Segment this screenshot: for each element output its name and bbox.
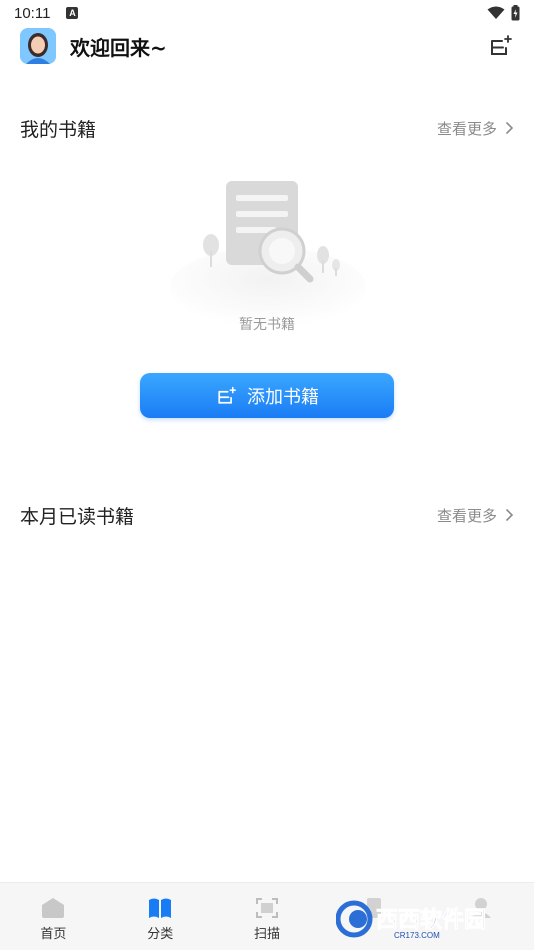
- tab-scan[interactable]: 扫描: [214, 883, 321, 950]
- my-books-header: 我的书籍 查看更多: [0, 113, 534, 143]
- my-books-more-label: 查看更多: [436, 119, 497, 138]
- header: 欢迎回来~: [0, 26, 534, 66]
- page-title: 欢迎回来~: [70, 35, 167, 60]
- chevron-right-icon: [505, 508, 514, 522]
- battery-icon: [511, 5, 520, 21]
- wifi-icon: [487, 6, 505, 19]
- empty-books-illustration: [170, 181, 366, 327]
- my-books-more-link[interactable]: 查看更多: [437, 118, 514, 139]
- book-icon: [149, 898, 172, 918]
- chevron-right-icon: [505, 121, 514, 135]
- monthly-books-more-label: 查看更多: [436, 506, 497, 525]
- watermark-logo: 西西软件园 CR173.COM: [335, 898, 516, 940]
- status-icons: [487, 5, 520, 21]
- notification-a-icon: A: [66, 7, 79, 19]
- monthly-books-title: 本月已读书籍: [20, 505, 135, 528]
- add-book-icon: [491, 35, 512, 55]
- tab-scan-label: 扫描: [253, 927, 280, 942]
- my-books-title: 我的书籍: [20, 118, 97, 141]
- monthly-books-more-link[interactable]: 查看更多: [437, 505, 514, 526]
- add-book-button-label: 添加书籍: [247, 386, 319, 408]
- status-bar: 10:11 A: [0, 0, 534, 26]
- empty-books-text: 暂无书籍: [239, 317, 295, 333]
- add-book-icon-button[interactable]: [486, 32, 514, 60]
- scan-icon: [255, 898, 278, 918]
- tab-home[interactable]: 首页: [0, 883, 107, 950]
- avatar[interactable]: [20, 28, 56, 64]
- svg-text:CR173.COM: CR173.COM: [394, 931, 440, 940]
- tab-category-label: 分类: [147, 927, 174, 942]
- tab-home-label: 首页: [40, 927, 67, 942]
- watermark-logo-icon: 西西软件园 CR173.COM: [335, 900, 486, 940]
- add-book-icon: [218, 386, 237, 404]
- add-book-button[interactable]: 添加书籍: [140, 373, 394, 418]
- status-time: 10:11: [14, 4, 51, 22]
- monthly-books-header: 本月已读书籍 查看更多: [0, 500, 534, 530]
- tab-category[interactable]: 分类: [107, 883, 214, 950]
- avatar-figure-icon: [20, 28, 56, 64]
- home-icon: [42, 898, 65, 918]
- svg-text:西西软件园: 西西软件园: [376, 907, 486, 933]
